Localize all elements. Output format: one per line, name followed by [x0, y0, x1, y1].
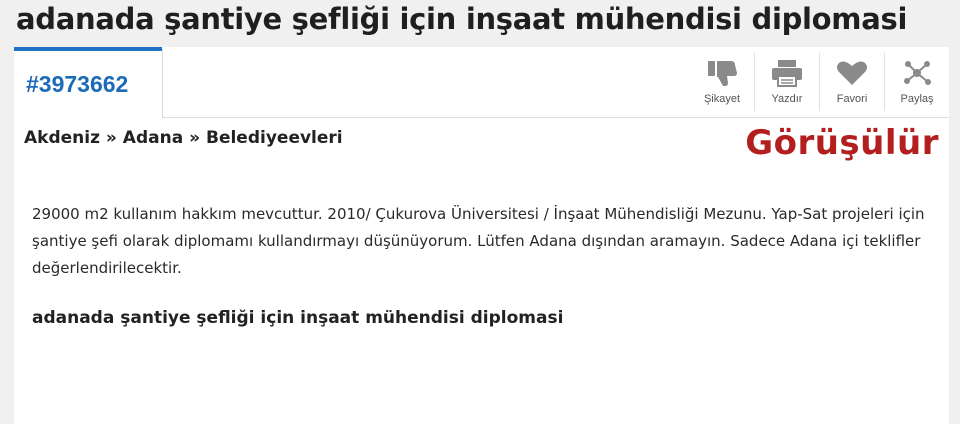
heart-icon [834, 57, 870, 89]
listing-id: #3973662 [26, 70, 129, 97]
print-button[interactable]: Yazdır [754, 53, 819, 111]
listing-card: #3973662 Şikayet Yazdır Favori Paylaş Ak… [14, 47, 949, 424]
action-toolbar: Şikayet Yazdır Favori Paylaş [690, 53, 949, 111]
favorite-button[interactable]: Favori [819, 53, 884, 111]
listing-subheading: adanada şantiye şefliği için inşaat mühe… [32, 308, 564, 328]
thumbs-down-icon [704, 57, 740, 89]
tab-divider [162, 49, 163, 117]
share-label: Paylaş [900, 93, 934, 105]
print-label: Yazdır [771, 93, 803, 105]
listing-id-tab[interactable]: #3973662 [14, 47, 162, 117]
favorite-label: Favori [836, 93, 868, 105]
listing-description: 29000 m2 kullanım hakkım mevcuttur. 2010… [32, 205, 925, 277]
page-title: adanada şantiye şefliği için inşaat mühe… [16, 2, 908, 36]
share-icon [899, 57, 935, 89]
header-divider [162, 117, 949, 118]
breadcrumb: Akdeniz » Adana » Belediyeevleri [24, 128, 343, 148]
status-badge: Görüşülür [745, 123, 939, 163]
complain-label: Şikayet [703, 93, 741, 105]
printer-icon [769, 57, 805, 89]
share-button[interactable]: Paylaş [884, 53, 949, 111]
complain-button[interactable]: Şikayet [690, 53, 754, 111]
